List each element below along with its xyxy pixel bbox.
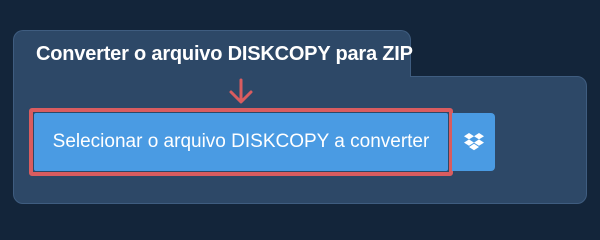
highlight-frame: [29, 108, 453, 176]
down-arrow-icon: [229, 78, 253, 104]
panel-tab-joint: [14, 70, 410, 82]
dropbox-icon: [463, 133, 484, 151]
panel-title: Converter o arquivo DISKCOPY para ZIP: [36, 43, 413, 65]
dropbox-button[interactable]: [452, 113, 495, 171]
converter-page: Converter o arquivo DISKCOPY para ZIP Se…: [0, 0, 600, 230]
